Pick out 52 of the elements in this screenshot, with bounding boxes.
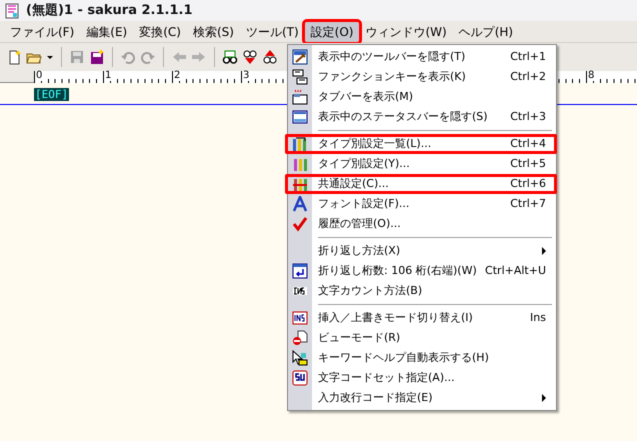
menu-item[interactable]: タブバーを表示(M) xyxy=(312,87,556,107)
su-icon xyxy=(292,370,308,386)
menu-item[interactable]: 共通設定(C)... Ctrl+6 xyxy=(312,174,556,194)
cursor-icon xyxy=(292,350,308,366)
check-mark-icon xyxy=(292,216,308,232)
menu-item[interactable]: キーワードヘルプ自動表示する(H) xyxy=(312,348,556,368)
menu-item[interactable]: ファンクションキーを表示(K) Ctrl+2 xyxy=(312,67,556,87)
ruler-number: 1 xyxy=(104,71,112,81)
eof-marker: [EOF] xyxy=(34,88,70,101)
menu-item[interactable]: ビューモード(R) xyxy=(312,328,556,348)
app-icon xyxy=(4,2,20,18)
menu-item[interactable]: タイプ別設定(Y)... Ctrl+5 xyxy=(312,154,556,174)
menu-bar-item[interactable]: ヘルプ(H) xyxy=(452,22,520,42)
menu-bar-item[interactable]: ウィンドウ(W) xyxy=(359,22,453,42)
menu-bar-item[interactable]: ツール(T) xyxy=(240,22,305,42)
find-next-icon[interactable] xyxy=(262,49,278,65)
insert-mode-icon xyxy=(292,310,308,326)
sliders-icon xyxy=(292,176,308,192)
menu-bar-item[interactable]: 編集(E) xyxy=(80,22,134,42)
ruler-number: 3 xyxy=(242,71,250,81)
ruler-number: 0 xyxy=(35,71,42,81)
menu-item[interactable]: 文字カウント方法(B) xyxy=(312,281,556,301)
menu-item[interactable]: タイプ別設定一覧(L)... Ctrl+4 xyxy=(312,134,556,154)
submenu-arrow-icon xyxy=(542,247,546,255)
menu-item[interactable]: 履歴の管理(O)... xyxy=(312,214,556,234)
menu-bar-item[interactable]: 変換(C) xyxy=(133,22,187,42)
menu-bar-item[interactable]: 検索(S) xyxy=(186,22,240,42)
menu-item[interactable]: 表示中のステータスバーを隠す(S) Ctrl+3 xyxy=(312,107,556,127)
toolbar-icon xyxy=(292,49,308,65)
no-entry-icon xyxy=(292,330,308,346)
menu-item[interactable]: 折り返し桁数: 106 桁(右端)(W) Ctrl+Alt+U xyxy=(312,261,556,281)
sliders-icon xyxy=(292,136,308,152)
menu-bar-item[interactable]: 設定(O) xyxy=(304,22,360,42)
sliders-icon xyxy=(292,156,308,172)
menu-item[interactable]: 折り返し方法(X) xyxy=(312,241,556,261)
status-bar-icon xyxy=(292,109,308,125)
menu-item[interactable]: フォント設定(F)... Ctrl+7 xyxy=(312,194,556,214)
ruler-number: 2 xyxy=(173,71,180,81)
menu-item[interactable]: 挿入／上書きモード切り替え(I) Ins xyxy=(312,308,556,328)
function-keys-icon xyxy=(292,69,308,85)
font-icon xyxy=(292,196,308,212)
tab-bar-icon xyxy=(292,89,308,105)
submenu-arrow-icon xyxy=(542,394,546,402)
window-title: (無題)1 - sakura 2.1.1.1 xyxy=(26,2,192,20)
wrap-icon xyxy=(292,263,308,279)
menu-item[interactable]: 文字コードセット指定(A)... xyxy=(312,368,556,388)
menu-item[interactable]: 入力改行コード指定(E) xyxy=(312,388,556,408)
save-all-icon[interactable] xyxy=(89,49,105,65)
menu-bar-item[interactable]: ファイル(F) xyxy=(4,22,80,42)
find-previous-icon[interactable] xyxy=(242,49,258,65)
binoculars-icon[interactable] xyxy=(222,49,238,65)
ruler-number: 8 xyxy=(587,71,594,81)
